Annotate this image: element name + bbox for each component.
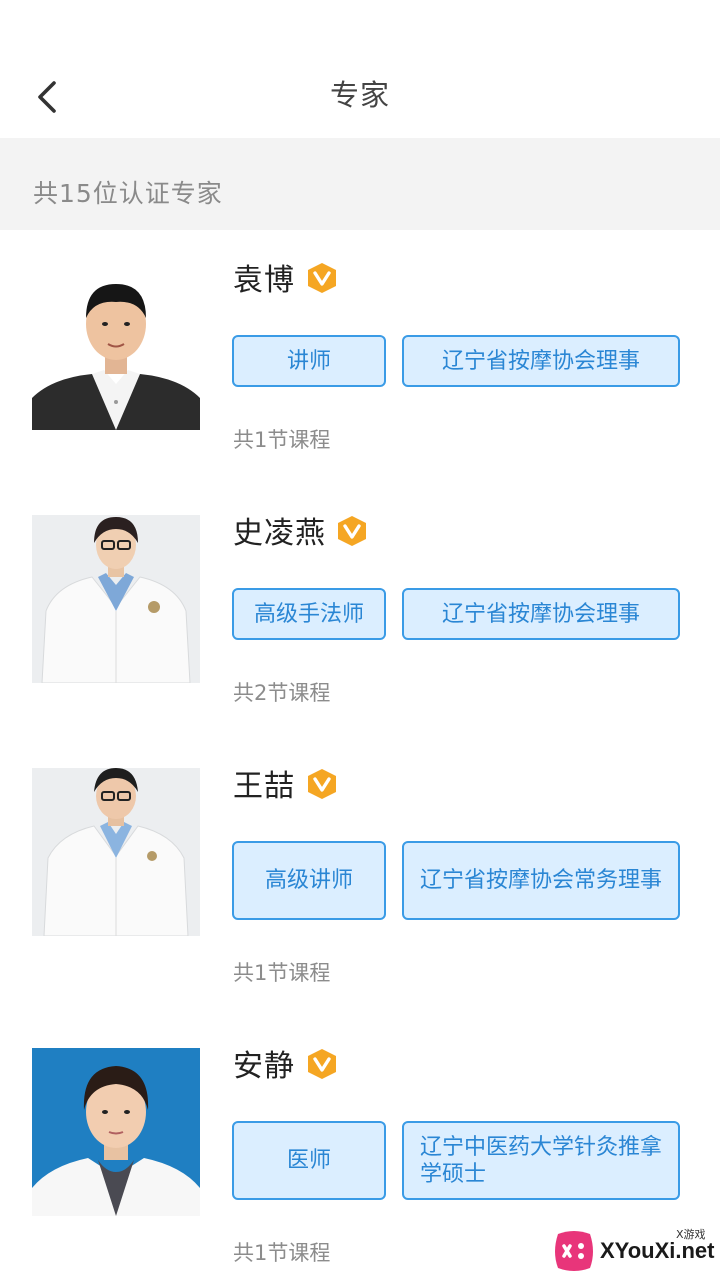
page-title: 专家 <box>329 78 390 112</box>
expert-avatar <box>32 1048 200 1216</box>
vip-badge-icon <box>308 769 336 799</box>
expert-title-tag: 高级手法师 <box>232 588 386 640</box>
site-watermark: X游戏 XYouXi.net <box>548 1222 720 1280</box>
expert-name: 袁博 <box>233 263 295 298</box>
expert-name: 王喆 <box>233 769 295 804</box>
expert-org-tag: 辽宁中医药大学针灸推拿学硕士 <box>402 1121 680 1200</box>
gamepad-logo-icon <box>555 1231 593 1271</box>
course-count: 共1节课程 <box>233 961 331 985</box>
course-count: 共1节课程 <box>233 428 331 452</box>
course-count: 共2节课程 <box>233 681 331 705</box>
expert-avatar <box>32 262 200 430</box>
expert-org-tag: 辽宁省按摩协会理事 <box>402 335 680 387</box>
vip-badge-icon <box>308 1049 336 1079</box>
expert-avatar <box>32 515 200 683</box>
watermark-text: XYouXi.net <box>600 1238 715 1263</box>
expert-title-tag: 讲师 <box>232 335 386 387</box>
vip-badge-icon <box>308 263 336 293</box>
experts-page: 专家 共15位认证专家 袁博 讲师 辽宁省按摩协会理事 共1节课程 史凌燕 高级… <box>0 0 720 1280</box>
expert-title-tag: 医师 <box>232 1121 386 1200</box>
expert-count-label: 共15位认证专家 <box>33 179 223 208</box>
vip-badge-icon <box>338 516 366 546</box>
top-bar: 专家 <box>0 0 720 138</box>
expert-org-tag: 辽宁省按摩协会常务理事 <box>402 841 680 920</box>
course-count: 共1节课程 <box>233 1241 331 1265</box>
expert-title-tag: 高级讲师 <box>232 841 386 920</box>
expert-avatar <box>32 768 200 936</box>
expert-name: 安静 <box>233 1049 295 1084</box>
expert-name: 史凌燕 <box>233 516 326 551</box>
expert-org-tag: 辽宁省按摩协会理事 <box>402 588 680 640</box>
